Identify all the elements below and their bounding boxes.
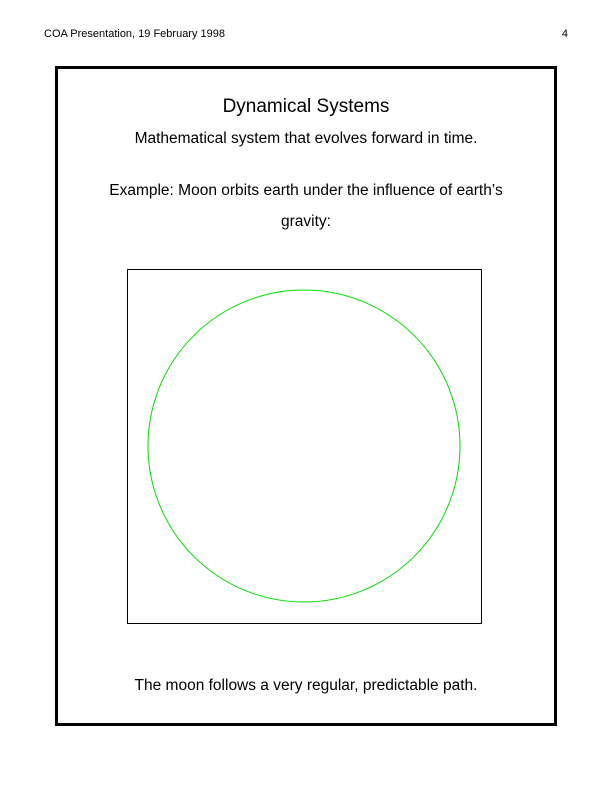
running-header: COA Presentation, 19 February 1998 [44, 28, 225, 40]
moon-orbit-path [147, 289, 461, 603]
slide-frame: Dynamical Systems Mathematical system th… [55, 66, 557, 726]
slide-caption: The moon follows a very regular, predict… [134, 677, 478, 694]
example-text-line-2: gravity: [281, 213, 331, 230]
example-text-line-1: Example: Moon orbits earth under the inf… [109, 182, 503, 199]
slide-title: Dynamical Systems [222, 96, 390, 117]
page-number: 4 [561, 28, 568, 40]
orbit-plot [127, 269, 482, 624]
slide-subtitle: Mathematical system that evolves forward… [134, 130, 478, 147]
plot-frame [127, 269, 482, 624]
